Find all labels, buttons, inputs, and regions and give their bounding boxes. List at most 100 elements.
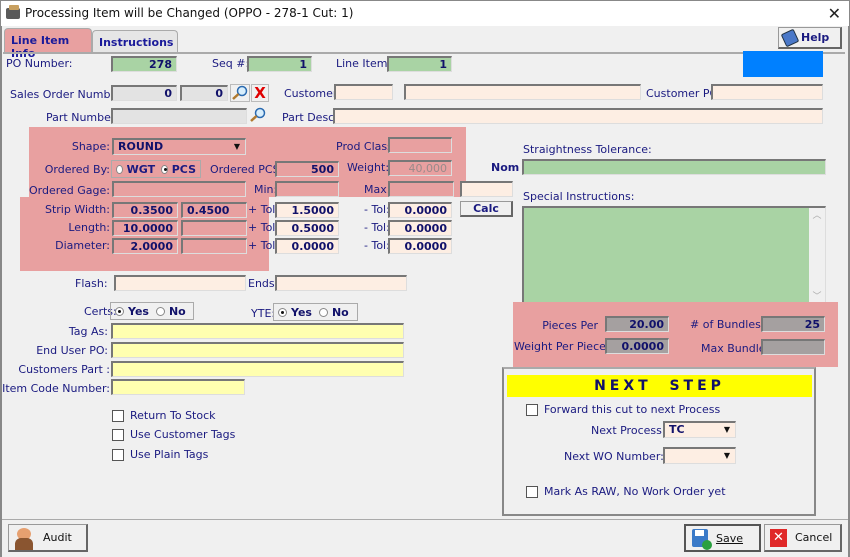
use-customer-tags-checkbox-row[interactable]: Use Customer Tags <box>112 428 235 441</box>
ordered-by-wgt-radio[interactable] <box>116 164 123 174</box>
tab-line-item-info[interactable]: Line Item Info <box>4 28 92 60</box>
sales-order-field-1[interactable]: 0 <box>111 85 177 101</box>
customers-part-label: Customers Part : <box>18 363 110 376</box>
next-process-select[interactable]: TC ▼ <box>663 421 736 438</box>
ends-field[interactable] <box>275 275 407 291</box>
save-label: Save <box>716 531 744 545</box>
next-wo-select[interactable]: ▼ <box>663 447 736 464</box>
part-number-field[interactable] <box>111 108 247 124</box>
ordered-pcs-field[interactable]: 500 <box>275 161 339 177</box>
end-user-po-field[interactable] <box>111 342 404 358</box>
part-desc-field[interactable] <box>333 108 823 124</box>
close-icon[interactable]: ✕ <box>828 4 841 23</box>
scroll-down-icon[interactable]: ﹀ <box>809 289 825 302</box>
yte-radio-group: Yes No <box>273 303 358 321</box>
ordered-gage-field[interactable] <box>112 181 246 197</box>
weight-per-piece-label: Weight Per Piece: <box>514 340 610 353</box>
dimension-value-field[interactable]: 0.3500 <box>112 202 178 218</box>
part-number-label: Part Number: <box>46 111 119 124</box>
seq-label: Seq #: <box>212 57 250 70</box>
weight-per-piece-field[interactable]: 0.0000 <box>605 338 669 354</box>
use-plain-tags-checkbox[interactable] <box>112 448 124 461</box>
accent-block <box>743 51 823 77</box>
straightness-field[interactable] <box>522 159 826 175</box>
plus-tol-field[interactable]: 1.5000 <box>275 202 339 218</box>
customer-po-field[interactable] <box>711 84 823 100</box>
tag-as-field[interactable] <box>111 323 404 339</box>
next-process-value: TC <box>669 423 685 436</box>
use-plain-tags-label: Use Plain Tags <box>130 448 209 461</box>
max-label: Max: <box>364 183 391 196</box>
return-to-stock-checkbox-row[interactable]: Return To Stock <box>112 409 216 422</box>
audit-button[interactable]: Audit <box>8 524 88 552</box>
next-process-label: Next Process: <box>591 424 666 437</box>
shape-select[interactable]: ROUND ▼ <box>112 138 246 155</box>
tab-instructions[interactable]: Instructions <box>92 30 178 52</box>
min-field[interactable] <box>275 181 339 197</box>
prod-class-field[interactable] <box>388 137 452 153</box>
mark-raw-checkbox-row[interactable]: Mark As RAW, No Work Order yet <box>526 485 726 498</box>
dimension-max-field[interactable] <box>181 238 247 254</box>
minus-tol-field[interactable]: 0.0000 <box>388 202 452 218</box>
dimension-max-field[interactable] <box>181 220 247 236</box>
cancel-button[interactable]: ✕ Cancel <box>764 524 842 552</box>
use-customer-tags-label: Use Customer Tags <box>130 428 236 441</box>
forward-cut-checkbox[interactable] <box>526 403 538 416</box>
customer-name-field[interactable] <box>404 84 641 100</box>
part-desc-label: Part Desc: <box>282 111 338 124</box>
calc-button[interactable]: Calc <box>460 201 513 217</box>
dimension-label: Strip Width: <box>44 203 110 216</box>
chevron-down-icon: ▼ <box>723 451 731 460</box>
num-bundles-field[interactable]: 25 <box>761 316 825 332</box>
line-item-field[interactable]: 1 <box>387 56 452 72</box>
nom-field[interactable] <box>460 181 513 197</box>
clear-sales-order-icon[interactable]: X <box>251 84 269 102</box>
certs-no-radio[interactable] <box>155 306 165 316</box>
dimension-label: Length: <box>68 221 110 234</box>
dimension-value-field[interactable]: 2.0000 <box>112 238 178 254</box>
ordered-by-pcs-radio[interactable] <box>161 164 168 174</box>
dimension-value-field[interactable]: 10.0000 <box>112 220 178 236</box>
part-number-search-icon[interactable] <box>249 107 269 125</box>
sales-order-field-2[interactable]: 0 <box>180 85 228 101</box>
item-code-field[interactable] <box>111 379 245 395</box>
use-customer-tags-checkbox[interactable] <box>112 428 124 441</box>
footer-divider <box>2 519 848 520</box>
max-field[interactable] <box>388 181 454 197</box>
plus-tol-field[interactable]: 0.5000 <box>275 220 339 236</box>
yte-no-label: No <box>331 305 349 319</box>
return-to-stock-checkbox[interactable] <box>112 409 124 422</box>
min-label: Min: <box>254 183 278 196</box>
help-button[interactable]: Help <box>778 27 842 49</box>
save-button[interactable]: Save <box>684 524 761 552</box>
po-number-field[interactable]: 278 <box>111 56 177 72</box>
customers-part-field[interactable] <box>111 361 404 377</box>
max-bundle-label: Max Bundle <box>701 342 766 355</box>
cancel-label: Cancel <box>795 531 833 544</box>
minus-tol-field[interactable]: 0.0000 <box>388 238 452 254</box>
sales-order-search-icon[interactable] <box>230 84 250 102</box>
mark-raw-label: Mark As RAW, No Work Order yet <box>544 485 726 498</box>
special-instructions-scrollbar[interactable]: ︿ ﹀ <box>809 208 825 304</box>
yte-yes-radio[interactable] <box>278 307 287 317</box>
dimension-max-field[interactable]: 0.4500 <box>181 202 247 218</box>
special-instructions-textarea[interactable] <box>522 206 826 306</box>
mark-raw-checkbox[interactable] <box>526 485 538 498</box>
minus-tol-field[interactable]: 0.0000 <box>388 220 452 236</box>
seq-field[interactable]: 1 <box>247 56 312 72</box>
weight-field[interactable]: 40,000 <box>388 160 452 176</box>
use-plain-tags-checkbox-row[interactable]: Use Plain Tags <box>112 448 208 461</box>
scroll-up-icon[interactable]: ︿ <box>809 208 825 221</box>
yte-no-radio[interactable] <box>318 307 328 317</box>
certs-yes-radio[interactable] <box>115 306 124 316</box>
plus-tol-field[interactable]: 0.0000 <box>275 238 339 254</box>
customer-code-field[interactable] <box>334 84 393 100</box>
window-title: Processing Item will be Changed (OPPO - … <box>25 6 354 20</box>
ordered-by-label: Ordered By: <box>44 163 110 176</box>
minus-tol-label: - Tol: <box>364 203 390 216</box>
ordered-gage-label: Ordered Gage: <box>29 184 110 197</box>
max-bundle-field[interactable] <box>761 339 825 355</box>
forward-cut-checkbox-row[interactable]: Forward this cut to next Process <box>526 403 720 416</box>
pieces-per-field[interactable]: 20.00 <box>605 316 669 332</box>
flash-field[interactable] <box>114 275 246 291</box>
